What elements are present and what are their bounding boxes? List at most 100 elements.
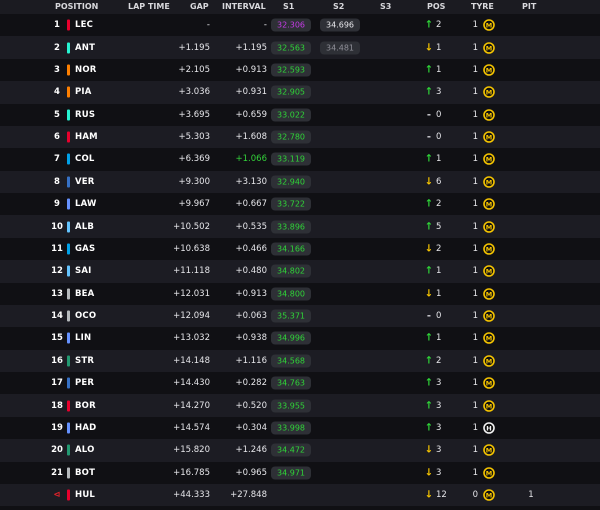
col-lap-time[interactable]: LAP TIME: [128, 2, 170, 11]
arrow-down-icon: ↓: [424, 243, 434, 255]
position-number: 15: [51, 333, 63, 344]
col-s3[interactable]: S3: [380, 2, 391, 11]
medium-tyre-icon: M: [483, 489, 495, 501]
driver-row-lec[interactable]: 1 LEC - - 32.306 34.696 ↑ 2 1 M: [0, 14, 600, 36]
sector-1-time: 34.472: [271, 443, 311, 457]
driver-row-hul[interactable]: ⊲ HUL +44.333 +27.848 ↓ 12 0 M 1: [0, 483, 600, 507]
position-number: 11: [51, 243, 63, 254]
driver-code: GAS: [75, 243, 96, 254]
medium-tyre-icon: M: [483, 19, 495, 31]
interval-value: +0.466: [235, 243, 267, 254]
driver-code: OCO: [75, 311, 97, 322]
driver-row-pia[interactable]: 4 PIA +3.036 +0.931 32.905 ↑ 3 1 M: [0, 81, 600, 104]
tyre-age: 1: [472, 132, 478, 143]
col-tyre[interactable]: TYRE: [471, 2, 494, 11]
interval-value: +0.282: [235, 378, 267, 389]
timing-board: 1 LEC - - 32.306 34.696 ↑ 2 1 M 2 ANT +1…: [0, 14, 600, 507]
svg-text:M: M: [486, 133, 492, 141]
col-s2[interactable]: S2: [333, 2, 344, 11]
arrow-up-icon: ↑: [424, 153, 434, 165]
gap-value: +14.148: [173, 355, 210, 366]
position-change-count: 2: [436, 199, 442, 210]
sector-1-time: 34.800: [271, 287, 311, 301]
driver-row-col[interactable]: 7 COL +6.369 +1.066 33.119 ↑ 1 1 M: [0, 148, 600, 170]
team-color-bar: [67, 86, 70, 98]
position-change-count: 0: [436, 109, 442, 120]
gap-value: +14.574: [173, 422, 210, 433]
tyre-age: 1: [472, 64, 478, 75]
gap-value: +15.820: [173, 445, 210, 456]
gap-value: +1.195: [178, 42, 210, 53]
driver-code: COL: [75, 154, 95, 165]
driver-row-had[interactable]: 19 HAD +14.574 +0.304 33.998 ↑ 3 1 H: [0, 417, 600, 439]
col-pit[interactable]: PIT: [522, 2, 536, 11]
driver-code: PIA: [75, 87, 92, 98]
tyre-age: 0: [472, 490, 478, 501]
driver-row-nor[interactable]: 3 NOR +2.105 +0.913 32.593 ↑ 1 1 M: [0, 59, 600, 81]
driver-row-ham[interactable]: 6 HAM +5.303 +1.608 32.780 - 0 1 M: [0, 125, 600, 149]
medium-tyre-icon: M: [483, 198, 495, 210]
sector-1-time: 35.371: [271, 309, 311, 323]
driver-row-alb[interactable]: 10 ALB +10.502 +0.535 33.896 ↑ 5 1 M: [0, 215, 600, 238]
driver-row-str[interactable]: 16 STR +14.148 +1.116 34.568 ↑ 2 1 M: [0, 349, 600, 372]
driver-code: LEC: [75, 20, 94, 31]
driver-code: PER: [75, 378, 95, 389]
team-color-bar: [67, 265, 70, 277]
tyre-age: 1: [472, 467, 478, 478]
driver-row-rus[interactable]: 5 RUS +3.695 +0.659 33.022 - 0 1 M: [0, 104, 600, 126]
driver-code: VER: [75, 176, 95, 187]
sector-1-time: 32.940: [271, 175, 311, 189]
driver-row-sai[interactable]: 12 SAI +11.118 +0.480 34.802 ↑ 1 1 M: [0, 260, 600, 283]
position-number: 20: [51, 445, 63, 456]
position-number: 17: [51, 378, 63, 389]
svg-text:M: M: [486, 89, 492, 97]
position-number: 12: [51, 266, 63, 277]
interval-value: +0.667: [235, 199, 267, 210]
col-gap[interactable]: GAP: [190, 2, 209, 11]
driver-row-law[interactable]: 9 LAW +9.967 +0.667 33.722 ↑ 2 1 M: [0, 193, 600, 215]
driver-code: HAD: [75, 422, 97, 433]
team-color-bar: [67, 489, 70, 501]
team-color-bar: [67, 444, 70, 456]
position-number: 9: [54, 199, 60, 210]
tyre-age: 1: [472, 243, 478, 254]
gap-value: +10.638: [173, 243, 210, 254]
driver-row-bea[interactable]: 13 BEA +12.031 +0.913 34.800 ↓ 1 1 M: [0, 283, 600, 305]
position-number: 6: [54, 132, 60, 143]
driver-row-bot[interactable]: 21 BOT +16.785 +0.965 34.971 ↓ 3 1 M: [0, 462, 600, 484]
arrow-down-icon: ↓: [424, 489, 434, 501]
svg-text:M: M: [486, 66, 492, 74]
position-number: 18: [51, 400, 63, 411]
col-position[interactable]: POSITION: [55, 2, 98, 11]
driver-row-alo[interactable]: 20 ALO +15.820 +1.246 34.472 ↓ 3 1 M: [0, 439, 600, 462]
driver-code: LAW: [75, 199, 97, 210]
arrow-up-icon: ↑: [424, 400, 434, 412]
svg-text:M: M: [486, 44, 492, 52]
medium-tyre-icon: M: [483, 220, 495, 233]
svg-text:M: M: [486, 245, 492, 253]
medium-tyre-icon: M: [483, 41, 495, 54]
driver-code: SAI: [75, 266, 92, 277]
driver-row-per[interactable]: 17 PER +14.430 +0.282 34.763 ↑ 3 1 M: [0, 372, 600, 394]
driver-row-lin[interactable]: 15 LIN +13.032 +0.938 34.996 ↑ 1 1 M: [0, 327, 600, 349]
sector-1-time: 34.166: [271, 242, 311, 256]
interval-value: +0.659: [235, 109, 267, 120]
svg-text:H: H: [486, 424, 491, 432]
medium-tyre-icon: M: [483, 466, 495, 479]
driver-row-ver[interactable]: 8 VER +9.300 +3.130 32.940 ↓ 6 1 M: [0, 170, 600, 193]
driver-row-gas[interactable]: 11 GAS +10.638 +0.466 34.166 ↓ 2 1 M: [0, 238, 600, 260]
position-number: 3: [54, 64, 60, 75]
col-pos-change[interactable]: POS: [427, 2, 445, 11]
sector-1-time: 33.722: [271, 197, 311, 211]
col-interval[interactable]: INTERVAL: [222, 2, 266, 11]
gap-value: +9.300: [178, 176, 210, 187]
driver-row-oco[interactable]: 14 OCO +12.094 +0.063 35.371 - 0 1 M: [0, 304, 600, 328]
driver-row-ant[interactable]: 2 ANT +1.195 +1.195 32.563 34.481 ↓ 1 1 …: [0, 36, 600, 59]
team-color-bar: [67, 153, 70, 165]
driver-row-bor[interactable]: 18 BOR +14.270 +0.520 33.955 ↑ 3 1 M: [0, 394, 600, 417]
col-s1[interactable]: S1: [283, 2, 294, 11]
position-change-count: 6: [436, 176, 442, 187]
pit-stops: 1: [528, 490, 534, 501]
driver-code: STR: [75, 355, 95, 366]
medium-tyre-icon: M: [483, 310, 495, 322]
